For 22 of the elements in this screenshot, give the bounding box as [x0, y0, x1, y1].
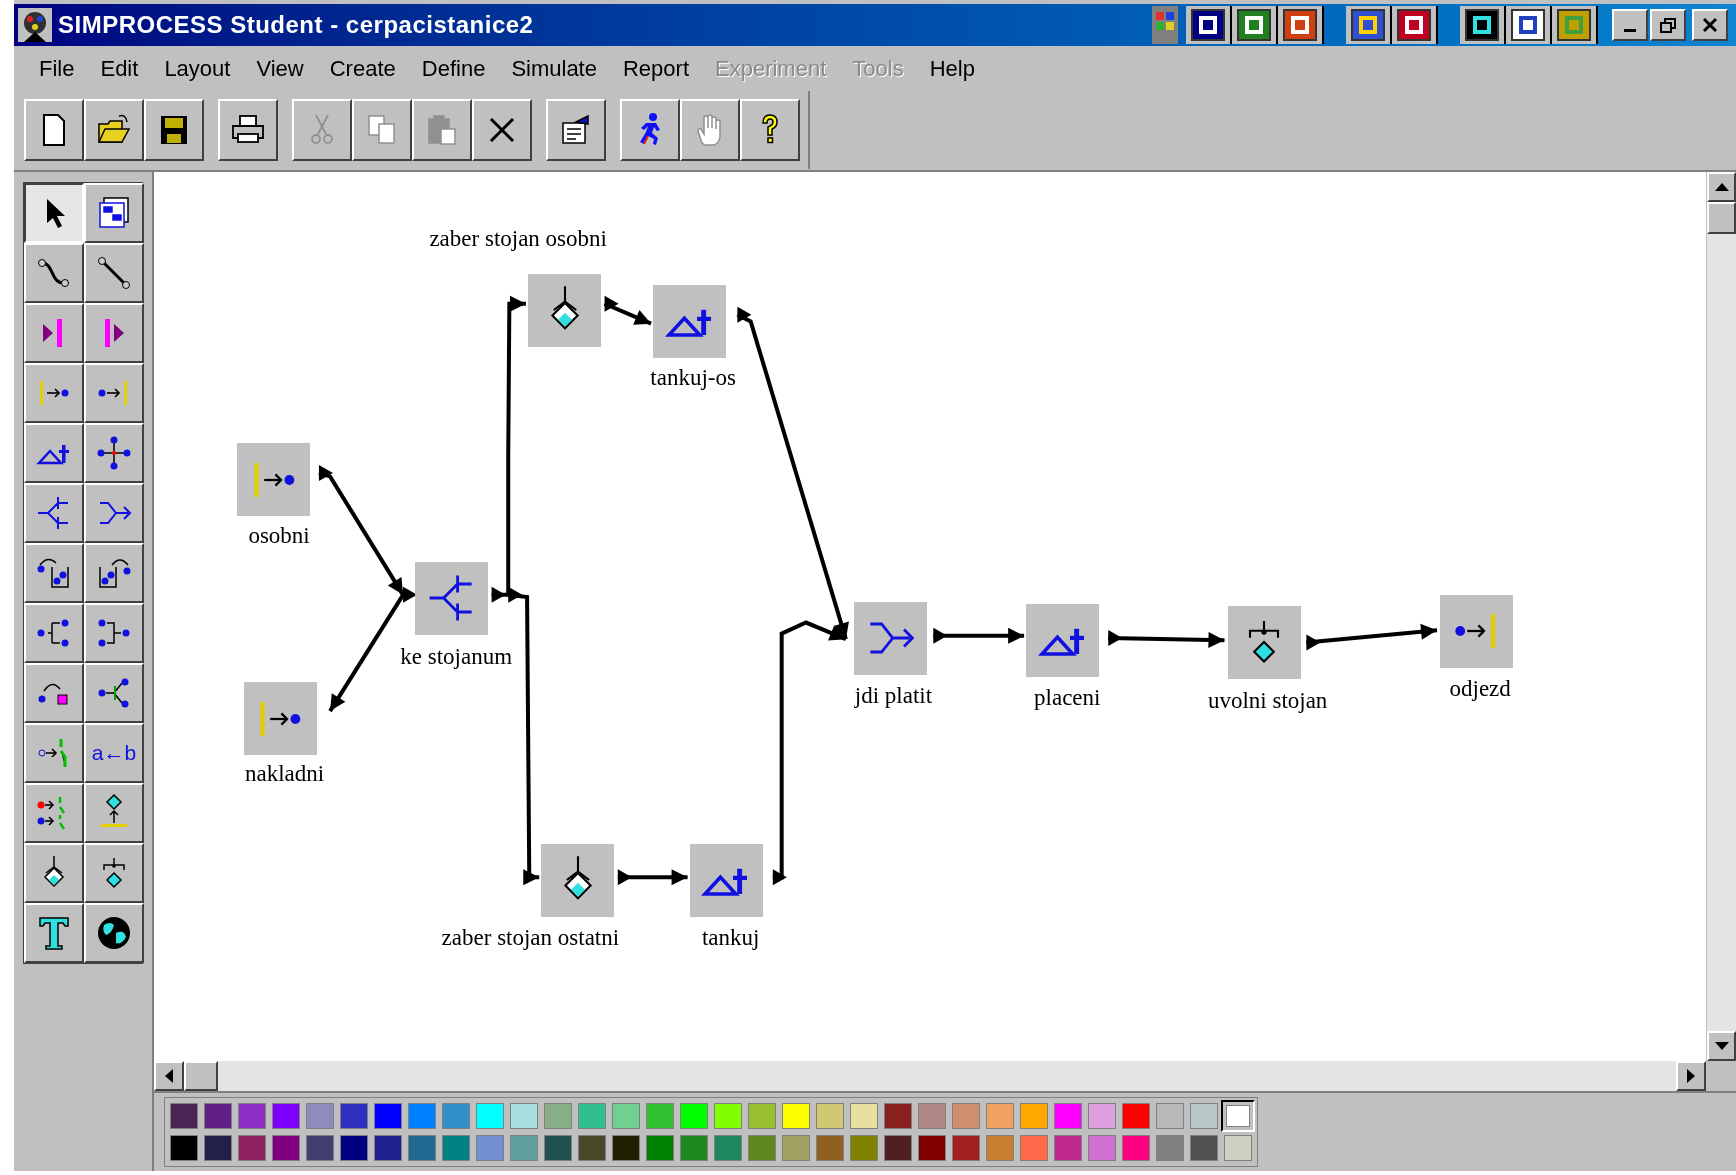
node-label: jdi platit [854, 683, 933, 706]
menu-item[interactable]: Help [916, 51, 988, 85]
menu-item[interactable]: File [26, 51, 88, 85]
node-label: zaber stojan ostatni [441, 925, 620, 949]
menu-item[interactable]: Layout [151, 51, 244, 85]
node-label: osobni [248, 523, 310, 547]
node-label: tankuj [702, 925, 760, 949]
menu-item[interactable]: View [243, 51, 317, 85]
node-label: tankuj-os [650, 365, 736, 389]
menu-item[interactable]: Define [408, 51, 499, 85]
menu-item[interactable]: Edit [87, 51, 152, 85]
node-label: placeni [1034, 685, 1101, 709]
menu-item[interactable]: Report [609, 51, 702, 85]
node-label: uvolni stojan [1207, 688, 1328, 712]
tool-button[interactable]: a←b [84, 723, 144, 783]
node-label: nakladni [245, 761, 325, 785]
menu-item[interactable]: Simulate [498, 51, 610, 85]
node-label: odjezd [1449, 676, 1511, 700]
menu-item[interactable]: Create [316, 51, 409, 85]
node-label: zaber stojan osobni [429, 226, 607, 250]
window-title: SIMPROCESS Student - cerpacistanice2 [58, 10, 534, 40]
node-label: ke stojanum [400, 644, 513, 668]
